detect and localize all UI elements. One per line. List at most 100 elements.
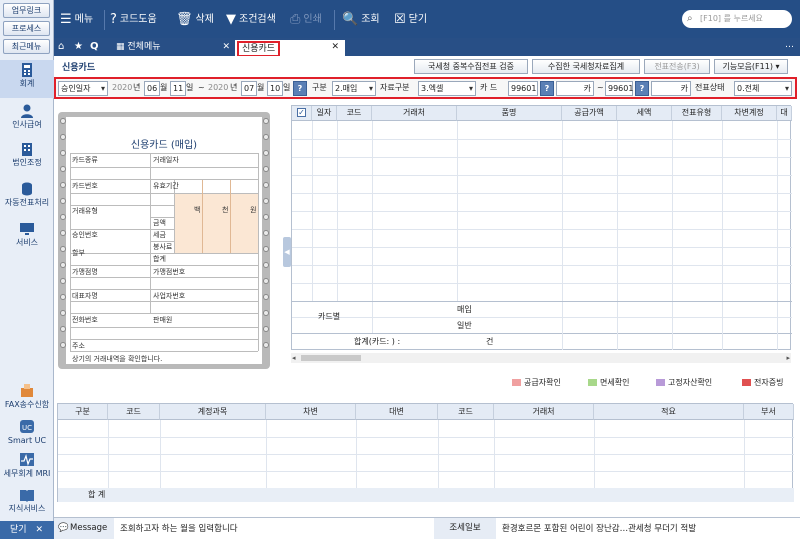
close-icon[interactable]: ✕: [331, 40, 339, 55]
delete-button[interactable]: 🗑 삭제: [176, 10, 214, 30]
grid-col-line: [672, 302, 673, 350]
sidebar-item-mri[interactable]: 세무회계 MRI: [0, 453, 54, 483]
tab-credit-card[interactable]: 신용카드 ✕: [235, 40, 345, 57]
merchant-no-label: 가맹점번호: [153, 268, 186, 276]
card-from-help-button[interactable]: ?: [540, 81, 554, 96]
column-header[interactable]: 차변계정: [722, 106, 777, 121]
scroll-thumb[interactable]: [301, 355, 361, 361]
card-from-code[interactable]: 99601: [508, 81, 538, 96]
query-button[interactable]: 🔍 조회: [342, 10, 380, 30]
column-header[interactable]: 차변: [266, 404, 356, 420]
phone-label: 전화번호: [72, 316, 98, 324]
search-icon: ⌕: [687, 13, 693, 24]
divider: [230, 180, 231, 253]
column-header[interactable]: 대: [777, 106, 792, 121]
data-type-select[interactable]: 3.엑셀: [418, 81, 476, 96]
legend-label: 면세확인: [600, 378, 630, 387]
scroll-right-icon[interactable]: ▸: [786, 353, 790, 363]
process-button[interactable]: 프로세스: [3, 21, 50, 36]
column-header[interactable]: 코드: [438, 404, 494, 420]
column-header[interactable]: 코드: [337, 106, 372, 121]
condition-search-button[interactable]: ▼ 조건검색: [226, 10, 276, 30]
punch-hole: [263, 166, 269, 172]
date-type-select[interactable]: 승인일자: [58, 81, 108, 96]
select-all-checkbox[interactable]: ✓: [292, 106, 312, 121]
grid-col-line: [722, 302, 723, 350]
sidebar-close-button[interactable]: 닫기 ✕: [0, 521, 54, 539]
function-menu-button[interactable]: 기능모음(F11) ▾: [714, 59, 788, 74]
code-help-button[interactable]: ? 코드도움: [110, 10, 157, 30]
close-icon[interactable]: ✕: [222, 40, 230, 55]
sidebar-item-payroll[interactable]: 인사급여: [0, 104, 54, 138]
divider: [334, 10, 335, 30]
column-header[interactable]: 거래처: [494, 404, 594, 420]
divider: [104, 10, 105, 30]
column-header[interactable]: 공급가액: [562, 106, 617, 121]
punch-hole: [263, 310, 269, 316]
card-to-code[interactable]: 99601: [605, 81, 633, 96]
work-link-button[interactable]: 업무링크: [3, 3, 50, 18]
column-header[interactable]: 전표유형: [672, 106, 722, 121]
condition-search-label: 조건검색: [239, 14, 276, 25]
sidebar-item-smart-uc[interactable]: UC Smart UC: [0, 420, 54, 448]
tab-all-menu[interactable]: ▦ 전체메뉴 ✕: [116, 40, 236, 56]
close-button[interactable]: ☒ 닫기: [394, 10, 427, 30]
recent-menu-button[interactable]: 최근메뉴: [3, 39, 50, 54]
to-day-field[interactable]: 10: [267, 81, 284, 96]
message-text: 조회하고자 하는 월을 입력합니다: [120, 524, 238, 534]
column-header[interactable]: 일자: [312, 106, 337, 121]
column-header[interactable]: 거래처: [372, 106, 457, 121]
sidebar-item-service[interactable]: 서비스: [0, 222, 54, 252]
from-year-field[interactable]: 2020: [112, 81, 132, 96]
column-header[interactable]: 구분: [58, 404, 108, 420]
from-month-field[interactable]: 06: [144, 81, 161, 96]
column-header[interactable]: 코드: [108, 404, 160, 420]
home-icon[interactable]: ⌂: [58, 40, 64, 54]
slip-status-select[interactable]: 0.전체: [734, 81, 792, 96]
news-ticker[interactable]: 환경호르몬 포함된 어린이 장난감…관세청 무더기 적발: [502, 522, 696, 536]
more-icon[interactable]: …: [785, 40, 794, 50]
sidebar-item-accounting[interactable]: 회계: [0, 60, 54, 98]
sidebar-item-label: 지식서비스: [8, 504, 46, 513]
column-header[interactable]: 세액: [617, 106, 672, 121]
uc-icon: UC: [20, 420, 34, 433]
search-input[interactable]: ⌕ [F10] 를 누르세요: [682, 10, 792, 28]
horizontal-scrollbar[interactable]: ◂ ▸: [291, 353, 791, 363]
month-label: 월: [160, 83, 168, 92]
to-year-field[interactable]: 2020: [208, 81, 228, 96]
divider: [70, 265, 258, 266]
valid-period-label: 유효기간: [153, 182, 179, 190]
sidebar-item-auto-slip[interactable]: 자동전표처리: [0, 182, 54, 216]
divider: [70, 313, 258, 314]
card-to-help-button[interactable]: ?: [635, 81, 649, 96]
status-bar: 💬 Message 조회하고자 하는 월을 입력합니다 조세일보 환경호르몬 포함…: [54, 517, 800, 539]
sidebar-item-corporate[interactable]: 법인조정: [0, 142, 54, 176]
column-header[interactable]: 부서: [744, 404, 794, 420]
menu-button[interactable]: ☰ 메뉴: [60, 10, 93, 30]
column-header[interactable]: 적요: [594, 404, 744, 420]
column-header[interactable]: 품명: [457, 106, 562, 121]
sidebar-item-knowledge[interactable]: 지식서비스: [0, 488, 54, 516]
scroll-left-icon[interactable]: ◂: [292, 353, 296, 363]
to-month-field[interactable]: 07: [241, 81, 258, 96]
total-label: 합계: [153, 255, 166, 263]
column-header[interactable]: 계정과목: [160, 404, 266, 420]
hamburger-icon: ☰: [60, 12, 72, 27]
delete-label: 삭제: [195, 14, 214, 25]
grid-row-line: [292, 247, 792, 248]
date-help-button[interactable]: ?: [293, 81, 307, 96]
category-select[interactable]: 2.매입: [332, 81, 376, 96]
sidebar-item-fax[interactable]: FAX송수신함: [0, 384, 54, 414]
journal-entry-grid: 구분 코드 계정과목 차변 대변 코드 거래처 적요 부서 합 계: [57, 403, 794, 502]
slip-transfer-button[interactable]: 전표전송(F3): [644, 59, 710, 74]
from-day-field[interactable]: 11: [170, 81, 187, 96]
print-button[interactable]: ⎙ 인쇄: [290, 10, 322, 30]
star-icon[interactable]: ★: [74, 40, 83, 54]
nts-duplicate-verify-button[interactable]: 국세청 중복수집전표 검증: [414, 59, 528, 74]
nts-data-summary-button[interactable]: 수집한 국세청자료집계: [532, 59, 640, 74]
panel-collapse-handle[interactable]: ◀: [283, 237, 291, 267]
service-fee-label: 봉사료: [153, 243, 173, 251]
column-header[interactable]: 대변: [356, 404, 438, 420]
search-icon[interactable]: Q: [90, 40, 99, 54]
grid-row-line: [292, 139, 792, 140]
